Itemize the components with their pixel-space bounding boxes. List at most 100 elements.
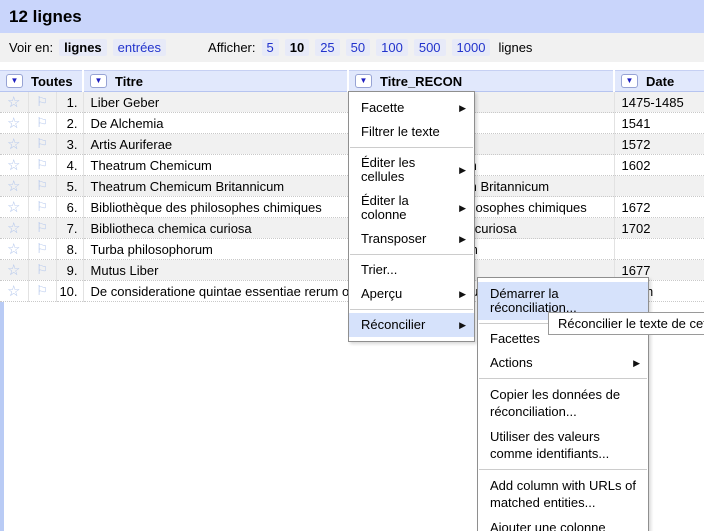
- cell-date[interactable]: 1702: [614, 218, 704, 239]
- menu-item-text-filter[interactable]: Filtrer le texte: [349, 120, 474, 144]
- header-row: ▼ Toutes ▼ Titre ▼ Titre_RECON: [0, 71, 704, 92]
- page-size-5-link[interactable]: 5: [262, 39, 279, 56]
- page-size-50-link[interactable]: 50: [346, 39, 370, 56]
- cell-titre[interactable]: Mutus Liber: [83, 260, 348, 281]
- left-panel-edge: [0, 302, 4, 531]
- submenu-arrow-icon: ▶: [633, 356, 640, 370]
- star-icon[interactable]: ☆: [0, 155, 28, 176]
- row-index: 4.: [56, 155, 83, 176]
- show-label: Afficher:: [208, 40, 255, 55]
- menu-item-edit-column[interactable]: Éditer la colonne ▶: [349, 189, 474, 227]
- star-icon[interactable]: ☆: [0, 134, 28, 155]
- menu-divider: [479, 378, 647, 379]
- submenu-arrow-icon: ▶: [459, 101, 466, 115]
- submenu-item-use-values-as-identifiers[interactable]: Utiliser des valeurs comme identifiants.…: [478, 424, 648, 466]
- summary-bar: 12 lignes: [0, 0, 704, 33]
- submenu-item-copy-reconciliation-data[interactable]: Copier les données de réconciliation...: [478, 382, 648, 424]
- cell-titre[interactable]: Bibliothèque des philosophes chimiques: [83, 197, 348, 218]
- menu-item-reconcile[interactable]: Réconcilier ▶: [349, 313, 474, 337]
- flag-icon[interactable]: ⚐: [28, 113, 56, 134]
- menu-item-sort[interactable]: Trier...: [349, 258, 474, 282]
- cell-titre[interactable]: Bibliotheca chemica curiosa: [83, 218, 348, 239]
- flag-icon[interactable]: ⚐: [28, 218, 56, 239]
- submenu-item-add-url-column[interactable]: Add column with URLs of matched entities…: [478, 473, 648, 515]
- submenu-item-actions[interactable]: Actions ▶: [478, 351, 648, 375]
- cell-date[interactable]: 1602: [614, 155, 704, 176]
- titre-recon-column-dropdown-button[interactable]: ▼: [355, 74, 372, 88]
- cell-date[interactable]: 1475-1485: [614, 92, 704, 113]
- row-index: 10.: [56, 281, 83, 302]
- openrefine-grid-view: 12 lignes Voir en: lignes entrées Affich…: [0, 0, 704, 531]
- cell-titre[interactable]: Artis Auriferae: [83, 134, 348, 155]
- page-size-500-link[interactable]: 500: [414, 39, 446, 56]
- flag-icon[interactable]: ⚐: [28, 92, 56, 113]
- star-icon[interactable]: ☆: [0, 218, 28, 239]
- column-header-titre-recon: ▼ Titre_RECON: [348, 71, 614, 92]
- row-index: 2.: [56, 113, 83, 134]
- reconcile-tooltip: Réconcilier le texte de cette: [548, 312, 704, 335]
- row-index: 5.: [56, 176, 83, 197]
- cell-date[interactable]: [614, 176, 704, 197]
- page-size-1000-link[interactable]: 1000: [452, 39, 491, 56]
- cell-titre[interactable]: Turba philosophorum: [83, 239, 348, 260]
- page-size-25-link[interactable]: 25: [315, 39, 339, 56]
- star-icon[interactable]: ☆: [0, 197, 28, 218]
- cell-titre[interactable]: Theatrum Chemicum Britannicum: [83, 176, 348, 197]
- row-index: 9.: [56, 260, 83, 281]
- star-icon[interactable]: ☆: [0, 176, 28, 197]
- cell-titre[interactable]: De Alchemia: [83, 113, 348, 134]
- submenu-item-add-entity-id-column[interactable]: Ajouter une colonne d'identifiants d'ent…: [478, 515, 648, 531]
- page-size-10-selected[interactable]: 10: [285, 39, 309, 56]
- star-icon[interactable]: ☆: [0, 260, 28, 281]
- submenu-arrow-icon: ▶: [459, 232, 466, 246]
- cell-titre[interactable]: Liber Geber: [83, 92, 348, 113]
- menu-item-facet[interactable]: Facette ▶: [349, 96, 474, 120]
- column-header-all: ▼ Toutes: [0, 71, 83, 92]
- date-column-dropdown-button[interactable]: ▼: [621, 74, 638, 88]
- column-label-date: Date: [646, 74, 674, 89]
- flag-icon[interactable]: ⚐: [28, 134, 56, 155]
- row-index: 6.: [56, 197, 83, 218]
- flag-icon[interactable]: ⚐: [28, 155, 56, 176]
- row-index: 8.: [56, 239, 83, 260]
- all-column-dropdown-button[interactable]: ▼: [6, 74, 23, 88]
- cell-date[interactable]: [614, 239, 704, 260]
- flag-icon[interactable]: ⚐: [28, 197, 56, 218]
- column-context-menu: Facette ▶ Filtrer le texte Éditer les ce…: [348, 91, 475, 342]
- star-icon[interactable]: ☆: [0, 239, 28, 260]
- menu-item-transpose[interactable]: Transposer ▶: [349, 227, 474, 251]
- rows-suffix-label: lignes: [498, 40, 532, 55]
- submenu-arrow-icon: ▶: [459, 163, 466, 177]
- row-index: 7.: [56, 218, 83, 239]
- submenu-arrow-icon: ▶: [459, 318, 466, 332]
- view-toolbar: Voir en: lignes entrées Afficher: 5 10 2…: [0, 33, 704, 62]
- menu-divider: [350, 254, 473, 255]
- cell-titre[interactable]: Theatrum Chemicum: [83, 155, 348, 176]
- column-header-titre: ▼ Titre: [83, 71, 348, 92]
- menu-divider: [350, 147, 473, 148]
- column-label-all: Toutes: [31, 74, 73, 89]
- flag-icon[interactable]: ⚐: [28, 239, 56, 260]
- dropdown-triangle-icon: ▼: [11, 77, 19, 85]
- view-as-label: Voir en:: [9, 40, 53, 55]
- flag-icon[interactable]: ⚐: [28, 281, 56, 302]
- cell-date[interactable]: 1541: [614, 113, 704, 134]
- menu-item-view[interactable]: Aperçu ▶: [349, 282, 474, 306]
- view-mode-records-link[interactable]: entrées: [113, 39, 166, 56]
- submenu-arrow-icon: ▶: [459, 287, 466, 301]
- titre-column-dropdown-button[interactable]: ▼: [90, 74, 107, 88]
- cell-date[interactable]: 1672: [614, 197, 704, 218]
- flag-icon[interactable]: ⚐: [28, 260, 56, 281]
- column-label-titre-recon: Titre_RECON: [380, 74, 462, 89]
- menu-item-edit-cells[interactable]: Éditer les cellules ▶: [349, 151, 474, 189]
- view-mode-rows[interactable]: lignes: [59, 39, 107, 56]
- page-size-100-link[interactable]: 100: [376, 39, 408, 56]
- flag-icon[interactable]: ⚐: [28, 176, 56, 197]
- star-icon[interactable]: ☆: [0, 92, 28, 113]
- cell-date[interactable]: 1572: [614, 134, 704, 155]
- cell-titre[interactable]: De consideratione quintae essentiae reru…: [83, 281, 348, 302]
- star-icon[interactable]: ☆: [0, 281, 28, 302]
- dropdown-triangle-icon: ▼: [626, 77, 634, 85]
- column-label-titre: Titre: [115, 74, 143, 89]
- star-icon[interactable]: ☆: [0, 113, 28, 134]
